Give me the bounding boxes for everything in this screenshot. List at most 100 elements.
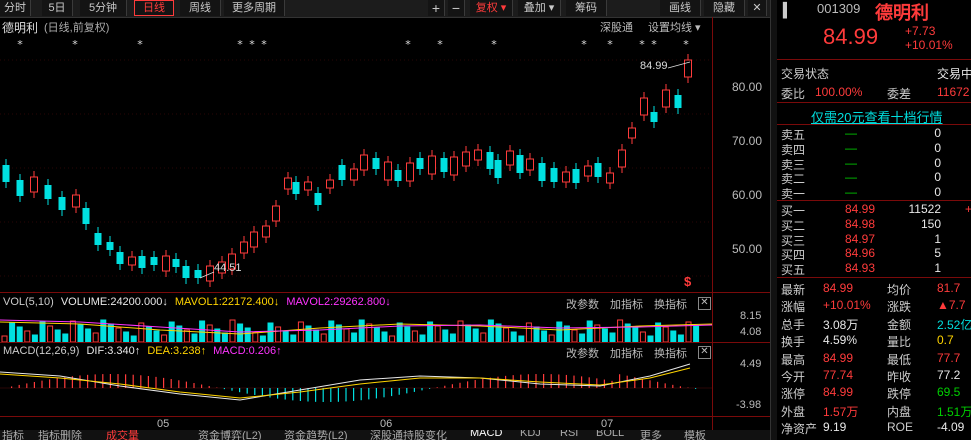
quote-stock-name: 德明利 bbox=[875, 3, 929, 23]
tab-shenguotong-holdings[interactable]: 深股通持股变化 bbox=[370, 430, 447, 440]
tab-indicator[interactable]: 指标 bbox=[2, 430, 24, 440]
stat-value: 4.59% bbox=[823, 333, 858, 348]
macd-switch-indicator-button[interactable]: 换指标 bbox=[654, 345, 687, 361]
splitter-handle[interactable] bbox=[770, 0, 777, 440]
buy-level-row[interactable]: 买五 84.93 1 bbox=[777, 261, 971, 278]
volume-bar bbox=[442, 329, 449, 342]
event-marker-icon: * bbox=[237, 38, 243, 51]
book-level-volume: 150 bbox=[920, 216, 941, 231]
buy-level-row[interactable]: 买二 84.98 150 bbox=[777, 216, 971, 233]
stat-value: 0.7 bbox=[937, 333, 954, 348]
book-level-volume: 0 bbox=[934, 140, 941, 155]
macd-add-indicator-button[interactable]: 加指标 bbox=[610, 345, 643, 361]
period-5day-button[interactable]: 5日 bbox=[42, 0, 73, 16]
event-marker-icon: * bbox=[607, 38, 613, 51]
trade-status-row: 交易状态 交易中 bbox=[781, 67, 971, 81]
event-marker-icon[interactable]: $ bbox=[684, 274, 691, 289]
candle-body-down bbox=[674, 95, 682, 108]
stat-value: 77.2 bbox=[937, 368, 961, 382]
period-5min-button[interactable]: 5分钟 bbox=[80, 0, 127, 16]
book-level-price: 84.98 bbox=[845, 216, 876, 231]
macd-axis-tick: 4.49 bbox=[740, 358, 762, 370]
stat-label: 内盘 bbox=[887, 404, 912, 419]
sell-level-row[interactable]: 卖一 —0 bbox=[777, 185, 971, 201]
dea-value: DEA:3.238 bbox=[147, 345, 201, 357]
sell-level-row[interactable]: 卖四 —0 bbox=[777, 140, 971, 157]
indicator-tab-bar: 指标 指标删除 成交量 资金博弈(L2) 资金趋势(L2) 深股通持股变化 MA… bbox=[0, 430, 770, 440]
zoom-in-button[interactable]: + bbox=[428, 0, 445, 16]
stat-value: 69.5 bbox=[937, 385, 961, 400]
tab-kdj[interactable]: KDJ bbox=[520, 430, 541, 439]
volume-chart[interactable] bbox=[0, 310, 712, 342]
book-level-price: — bbox=[845, 140, 857, 155]
tab-more[interactable]: 更多 bbox=[640, 430, 662, 440]
volume-bar bbox=[24, 330, 31, 342]
adjust-button[interactable]: 复权 ▾ bbox=[470, 0, 513, 16]
volume-bar bbox=[282, 330, 289, 342]
volume-bar bbox=[328, 320, 335, 342]
book-level-volume: 0 bbox=[934, 170, 941, 185]
hide-button[interactable]: 隐藏 bbox=[704, 0, 745, 16]
candle-body-up bbox=[284, 177, 292, 190]
buy-level-row[interactable]: 买四 84.96 5 bbox=[777, 246, 971, 262]
volume-bar bbox=[351, 332, 358, 342]
stats-row: 净资产 9.19 ROE -4.09 bbox=[777, 420, 971, 436]
menu-icon[interactable]: ▍ bbox=[783, 2, 794, 19]
price-tick: 60.00 bbox=[732, 188, 763, 202]
macd-axis-tick: -3.98 bbox=[736, 399, 762, 411]
candle-body-down bbox=[494, 160, 502, 178]
event-marker-icon: * bbox=[405, 38, 411, 51]
stat-value: 84.99 bbox=[823, 350, 854, 365]
candle-body-up bbox=[618, 149, 626, 168]
period-intraday-button[interactable]: 分时 bbox=[0, 0, 31, 16]
event-marker-icon: * bbox=[491, 38, 497, 51]
sell-level-row[interactable]: 卖二 —0 bbox=[777, 170, 971, 186]
panel-divider bbox=[0, 292, 770, 293]
candlestick-chart[interactable]: * * * * * * * * * * * * * * bbox=[0, 30, 712, 292]
macd-edit-params-button[interactable]: 改参数 bbox=[566, 345, 599, 361]
volume-bar bbox=[115, 327, 122, 342]
volume-bar bbox=[639, 331, 646, 342]
zoom-out-button[interactable]: − bbox=[448, 0, 465, 16]
book-level-volume: 1 bbox=[934, 231, 941, 246]
draw-line-button[interactable]: 画线 bbox=[660, 0, 701, 16]
price-tick: 70.00 bbox=[732, 134, 763, 148]
stat-value: ▲7.7 bbox=[937, 298, 966, 313]
volume-bar bbox=[373, 327, 380, 342]
volume-bar bbox=[510, 331, 517, 342]
close-icon[interactable]: ✕ bbox=[748, 0, 767, 16]
more-periods-button[interactable]: 更多周期 bbox=[224, 0, 285, 16]
tab-boll[interactable]: BOLL bbox=[596, 430, 624, 439]
date-tick: 07 bbox=[601, 418, 614, 430]
tab-volume[interactable]: 成交量 bbox=[106, 430, 139, 440]
volume-bar bbox=[237, 323, 244, 342]
buy-level-row[interactable]: 买一 84.99 11522 + bbox=[777, 202, 971, 218]
sell-level-row[interactable]: 卖三 —0 bbox=[777, 156, 971, 172]
vol-close-icon[interactable]: ✕ bbox=[698, 297, 711, 310]
candle-body-down bbox=[538, 163, 546, 181]
period-daily-button[interactable]: 日线 bbox=[134, 0, 174, 16]
event-marker-icon: * bbox=[651, 38, 657, 51]
buy-level-row[interactable]: 买三 84.97 1 bbox=[777, 231, 971, 248]
stat-value: 84.99 bbox=[823, 281, 854, 295]
tab-template[interactable]: 模板 bbox=[684, 430, 706, 440]
period-weekly-button[interactable]: 周线 bbox=[180, 0, 221, 16]
sell-level-row[interactable]: 卖五 —0 bbox=[777, 126, 971, 142]
tab-fund-game[interactable]: 资金博弈(L2) bbox=[198, 430, 262, 440]
tab-indicator-delete[interactable]: 指标删除 bbox=[38, 430, 82, 440]
tab-rsi[interactable]: RSI bbox=[560, 430, 578, 439]
volume-bar bbox=[472, 328, 479, 342]
tab-fund-trend[interactable]: 资金趋势(L2) bbox=[284, 430, 348, 440]
date-tick: 05 bbox=[157, 418, 170, 430]
book-level-volume: 0 bbox=[934, 185, 941, 200]
chips-button[interactable]: 筹码 bbox=[566, 0, 607, 16]
volume-bar bbox=[586, 320, 593, 342]
volume-bar bbox=[411, 330, 418, 342]
vol-axis-tick: 4.08 bbox=[740, 326, 762, 338]
volume-bar bbox=[693, 325, 700, 342]
overlay-button[interactable]: 叠加 ▾ bbox=[518, 0, 561, 16]
macd-chart[interactable] bbox=[0, 360, 712, 416]
macd-close-icon[interactable]: ✕ bbox=[698, 346, 711, 359]
tab-macd[interactable]: MACD bbox=[470, 430, 502, 439]
book-level-label: 买五 bbox=[781, 263, 806, 278]
